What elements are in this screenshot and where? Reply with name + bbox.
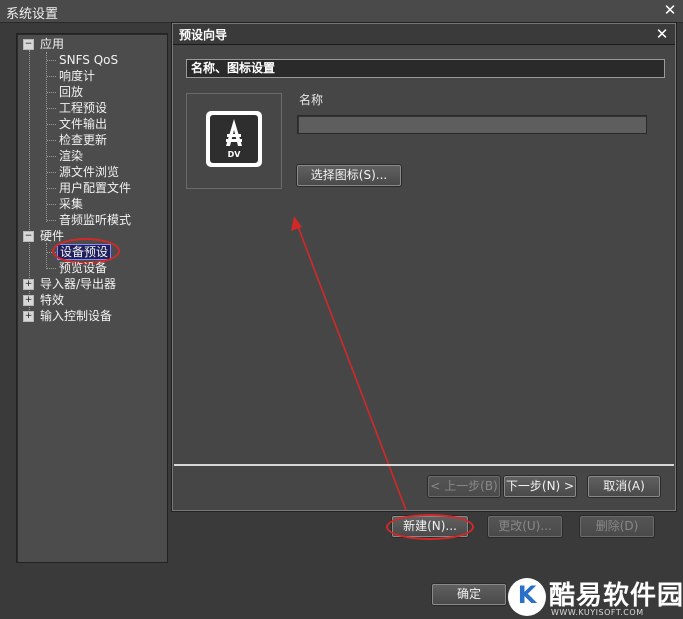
tree-item-label: 响度计: [59, 69, 96, 83]
wizard-separator: [174, 464, 674, 466]
name-input[interactable]: [297, 115, 647, 134]
tree-item-label: 硬件: [40, 229, 65, 243]
collapse-icon[interactable]: −: [23, 39, 34, 50]
tree-item-loudness-meter[interactable]: 响度计: [47, 68, 95, 84]
window-close-icon[interactable]: ✕: [662, 2, 678, 18]
tree-item-effects[interactable]: + 特效: [23, 292, 64, 308]
tree-item-preview-devices[interactable]: 预览设备: [47, 260, 107, 276]
tree-item-label: 特效: [40, 293, 65, 307]
expand-icon[interactable]: +: [23, 295, 34, 306]
prev-step-button[interactable]: < 上一步(B): [428, 476, 500, 497]
watermark-letter: K: [517, 581, 537, 609]
tree-item-source-browser[interactable]: 源文件浏览: [47, 164, 119, 180]
tree-item-label: SNFS QoS: [59, 53, 119, 67]
tree-item-label: 输入控制设备: [40, 309, 113, 323]
ok-button[interactable]: 确定: [432, 584, 506, 605]
cancel-button[interactable]: 取消(A): [588, 476, 660, 497]
wizard-title: 预设向导: [179, 28, 228, 42]
preset-wizard-dialog: 预设向导 ✕ 名称、图标设置 DV 名称 选择图标(S)... < 上一步(B)…: [172, 23, 676, 511]
site-watermark: K 酷易软件园 WWW.KUYISOFT.COM: [505, 575, 683, 619]
tree-item-importers-exporters[interactable]: + 导入器/导出器: [23, 276, 116, 292]
preset-icon-preview: DV: [186, 93, 282, 189]
tree-item-input-control-devices[interactable]: + 输入控制设备: [23, 308, 112, 324]
tree-item-playback[interactable]: 回放: [47, 84, 83, 100]
delete-button[interactable]: 删除(D): [580, 516, 654, 537]
tree-item-render[interactable]: 渲染: [47, 148, 83, 164]
section-header: 名称、图标设置: [186, 59, 665, 78]
next-step-button[interactable]: 下一步(N) >: [504, 476, 576, 497]
tree-item-app[interactable]: − 应用: [23, 36, 64, 52]
tree-item-audio-monitor-mode[interactable]: 音频监听模式: [47, 212, 131, 228]
tree-item-label: 采集: [59, 197, 84, 211]
expand-icon[interactable]: +: [23, 311, 34, 322]
tree-item-label: 应用: [40, 37, 65, 51]
settings-tree[interactable]: − 应用 SNFS QoS 响度计 回放 工程预设 文件输出 检查更新 渲染 源…: [16, 33, 168, 563]
tree-item-label: 源文件浏览: [59, 165, 120, 179]
tree-item-project-presets[interactable]: 工程预设: [47, 100, 107, 116]
wizard-titlebar: 预设向导 ✕: [173, 24, 675, 45]
tree-item-label: 检查更新: [59, 133, 108, 147]
window-title: 系统设置: [6, 7, 59, 22]
tree-item-capture[interactable]: 采集: [47, 196, 83, 212]
tree-item-label: 回放: [59, 85, 84, 99]
tree-item-check-updates[interactable]: 检查更新: [47, 132, 107, 148]
dv-device-icon: [206, 111, 262, 167]
watermark-text: 酷易软件园: [549, 581, 683, 611]
tree-item-user-profile[interactable]: 用户配置文件: [47, 180, 131, 196]
tree-item-hardware[interactable]: − 硬件: [23, 228, 64, 244]
tree-item-label: 工程预设: [59, 101, 108, 115]
tree-item-label: 文件输出: [59, 117, 108, 131]
tree-item-label: 渲染: [59, 149, 84, 163]
tree-item-label: 预览设备: [59, 261, 108, 275]
tree-item-file-export[interactable]: 文件输出: [47, 116, 107, 132]
annotation-circle: [386, 514, 474, 540]
edit-button[interactable]: 更改(U)...: [488, 516, 562, 537]
wizard-close-icon[interactable]: ✕: [654, 26, 670, 42]
collapse-icon[interactable]: −: [23, 231, 34, 242]
tree-item-label: 导入器/导出器: [40, 277, 117, 291]
tree-item-snfs-qos[interactable]: SNFS QoS: [47, 52, 118, 68]
tree-item-label: 用户配置文件: [59, 181, 132, 195]
expand-icon[interactable]: +: [23, 279, 34, 290]
watermark-url: WWW.KUYISOFT.COM: [551, 608, 644, 617]
tree-item-label: 音频监听模式: [59, 213, 132, 227]
name-label: 名称: [299, 93, 324, 107]
icon-caption: DV: [227, 150, 241, 159]
window-titlebar: 系统设置 ✕: [0, 0, 683, 23]
choose-icon-button[interactable]: 选择图标(S)...: [297, 165, 401, 186]
